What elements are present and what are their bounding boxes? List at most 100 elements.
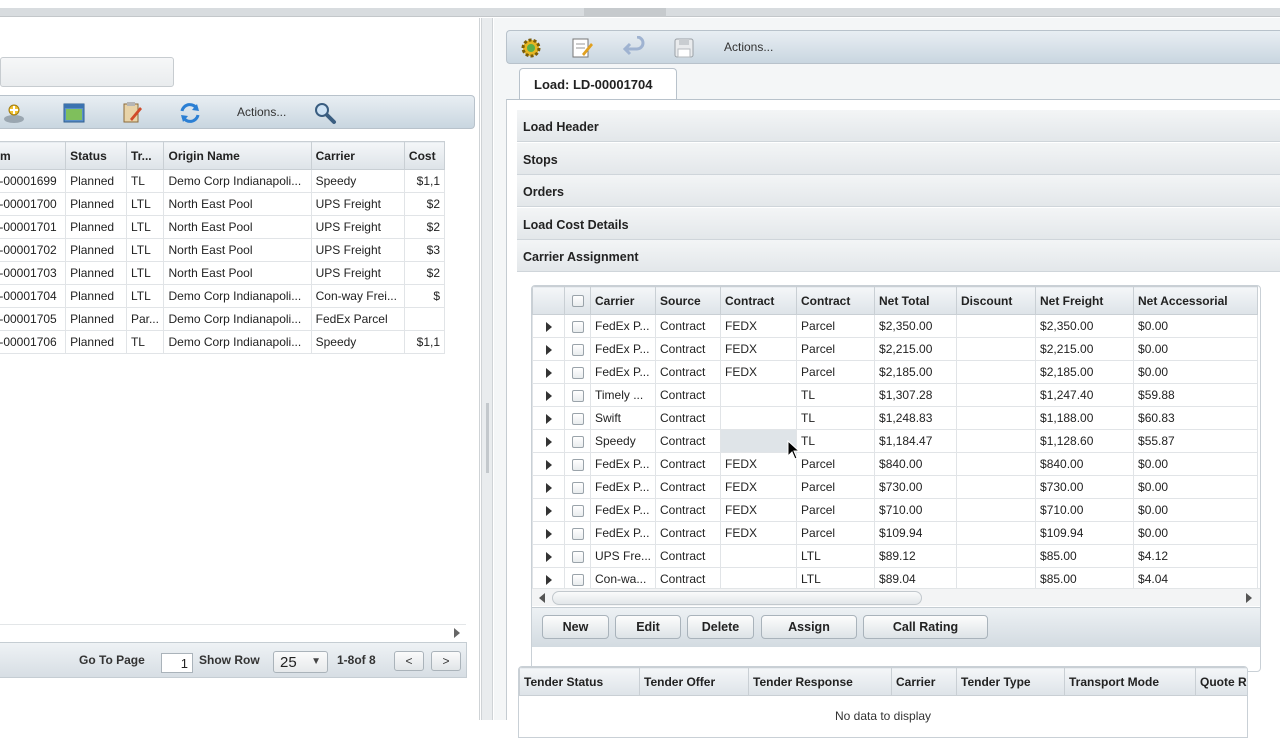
edit-icon[interactable]: [120, 101, 144, 125]
vertical-splitter[interactable]: [481, 18, 493, 720]
loads-column-header[interactable]: Num: [0, 141, 67, 170]
row-checkbox[interactable]: [571, 481, 584, 494]
expand-arrow-icon[interactable]: [545, 436, 552, 447]
row-checkbox[interactable]: [571, 435, 584, 448]
splitter-grip[interactable]: [486, 403, 489, 473]
row-expander[interactable]: [532, 337, 565, 361]
section-carrier-assignment[interactable]: Carrier Assignment: [517, 240, 1280, 272]
prev-page-button[interactable]: <: [394, 651, 424, 671]
new-button[interactable]: New: [542, 615, 609, 639]
scroll-right-icon[interactable]: [1246, 593, 1252, 603]
row-select-cell[interactable]: [564, 475, 591, 499]
row-expander[interactable]: [532, 521, 565, 545]
tender-column-header[interactable]: Tender Status: [519, 667, 640, 696]
row-expander[interactable]: [532, 314, 565, 338]
delete-button[interactable]: Delete: [687, 615, 754, 639]
row-expander[interactable]: [532, 383, 565, 407]
table-row[interactable]: Con-wa... Contract LTL $89.04 $85.00 $4.04: [532, 567, 1259, 588]
page-number-input[interactable]: 1: [161, 653, 193, 673]
table-row[interactable]: FedEx P... Contract FEDX Parcel $2,185.00 $2,…: [532, 360, 1259, 384]
table-row[interactable]: LD-00001704PlannedLTLDemo Corp Indianapo…: [0, 284, 446, 308]
table-row[interactable]: LD-00001703PlannedLTLNorth East PoolUPS …: [0, 261, 446, 285]
row-select-cell[interactable]: [564, 429, 591, 453]
table-row[interactable]: Speedy Contract TL $1,184.47 $1,128.60 $55.87: [532, 429, 1259, 453]
window-icon[interactable]: [62, 101, 86, 125]
assign-button[interactable]: Assign: [761, 615, 857, 639]
right-actions-menu[interactable]: Actions...: [724, 40, 773, 54]
tender-column-header[interactable]: Tender Type: [956, 667, 1065, 696]
expand-arrow-icon[interactable]: [545, 413, 552, 424]
table-row[interactable]: UPS Fre... Contract LTL $89.12 $85.00 $4.12: [532, 544, 1259, 568]
tender-column-header[interactable]: Tender Response: [748, 667, 892, 696]
carrier-horizontal-scrollbar[interactable]: [532, 588, 1260, 606]
scroll-left-icon[interactable]: [539, 593, 545, 603]
loads-column-header[interactable]: Status: [65, 141, 127, 170]
row-select-cell[interactable]: [564, 544, 591, 568]
carrier-column-header[interactable]: Net Total: [874, 286, 958, 315]
carrier-column-header[interactable]: Carrier: [589, 286, 657, 315]
row-expander[interactable]: [532, 360, 565, 384]
left-actions-menu[interactable]: Actions...: [237, 105, 286, 119]
row-expander[interactable]: [532, 567, 565, 588]
section-load-header[interactable]: Load Header: [517, 110, 1280, 142]
refresh-icon[interactable]: [178, 101, 202, 125]
expand-arrow-icon[interactable]: [545, 528, 552, 539]
rows-per-page-select[interactable]: 25 ▼: [273, 651, 328, 673]
carrier-column-header[interactable]: Net Accessorial: [1133, 286, 1259, 315]
table-row[interactable]: Timely ... Contract TL $1,307.28 $1,247.40 $5…: [532, 383, 1259, 407]
scrollbar-thumb[interactable]: [552, 591, 922, 605]
edit-button[interactable]: Edit: [615, 615, 681, 639]
table-row[interactable]: LD-00001700PlannedLTLNorth East PoolUPS …: [0, 192, 446, 216]
tender-column-header[interactable]: Carrier: [891, 667, 957, 696]
undo-icon[interactable]: [622, 35, 646, 60]
left-horizontal-scrollbar[interactable]: [0, 624, 466, 640]
row-expander[interactable]: [532, 498, 565, 522]
row-expander[interactable]: [532, 406, 565, 430]
loads-column-header[interactable]: Tr...: [125, 141, 165, 170]
expand-arrow-icon[interactable]: [545, 367, 552, 378]
top-splitter-handle[interactable]: [584, 8, 666, 17]
row-checkbox[interactable]: [571, 573, 584, 586]
table-row[interactable]: FedEx P... Contract FEDX Parcel $2,350.00 $2,…: [532, 314, 1259, 338]
gear-icon[interactable]: [519, 36, 543, 60]
expand-arrow-icon[interactable]: [545, 482, 552, 493]
row-expander[interactable]: [532, 452, 565, 476]
table-row[interactable]: LD-00001701PlannedLTLNorth East PoolUPS …: [0, 215, 446, 239]
save-icon[interactable]: [672, 36, 696, 60]
expand-arrow-icon[interactable]: [545, 505, 552, 516]
row-checkbox[interactable]: [571, 527, 584, 540]
row-select-cell[interactable]: [564, 360, 591, 384]
row-checkbox[interactable]: [571, 504, 584, 517]
left-filter-field[interactable]: [0, 57, 174, 87]
expand-arrow-icon[interactable]: [545, 344, 552, 355]
row-checkbox[interactable]: [571, 366, 584, 379]
carrier-column-header[interactable]: Contract: [720, 286, 798, 315]
carrier-column-header[interactable]: Source: [655, 286, 722, 315]
section-load-cost-details[interactable]: Load Cost Details: [517, 208, 1280, 240]
row-checkbox[interactable]: [571, 550, 584, 563]
expand-arrow-icon[interactable]: [545, 459, 552, 470]
row-select-cell[interactable]: [564, 521, 591, 545]
tab-load[interactable]: Load: LD-00001704: [519, 68, 677, 100]
carrier-column-header[interactable]: Contract: [796, 286, 876, 315]
row-expander[interactable]: [532, 429, 565, 453]
carrier-column-header[interactable]: Discount: [956, 286, 1037, 315]
table-row[interactable]: LD-00001702PlannedLTLNorth East PoolUPS …: [0, 238, 446, 262]
row-checkbox[interactable]: [571, 343, 584, 356]
expand-arrow-icon[interactable]: [545, 321, 552, 332]
tender-column-header[interactable]: Transport Mode: [1064, 667, 1196, 696]
add-icon[interactable]: [2, 101, 26, 125]
row-checkbox[interactable]: [571, 458, 584, 471]
row-checkbox[interactable]: [571, 320, 584, 333]
scroll-right-icon[interactable]: [454, 628, 460, 638]
expand-arrow-icon[interactable]: [545, 390, 552, 401]
table-row[interactable]: FedEx P... Contract FEDX Parcel $730.00 $730.…: [532, 475, 1259, 499]
table-row[interactable]: Swift Contract TL $1,248.83 $1,188.00 $60.83: [532, 406, 1259, 430]
row-expander[interactable]: [532, 544, 565, 568]
search-icon[interactable]: [313, 101, 337, 125]
table-row[interactable]: LD-00001706PlannedTLDemo Corp Indianapol…: [0, 330, 446, 354]
notepad-icon[interactable]: [570, 36, 594, 60]
tender-column-header[interactable]: Tender Offer: [639, 667, 749, 696]
expand-arrow-icon[interactable]: [545, 574, 552, 585]
section-stops[interactable]: Stops: [517, 143, 1280, 175]
